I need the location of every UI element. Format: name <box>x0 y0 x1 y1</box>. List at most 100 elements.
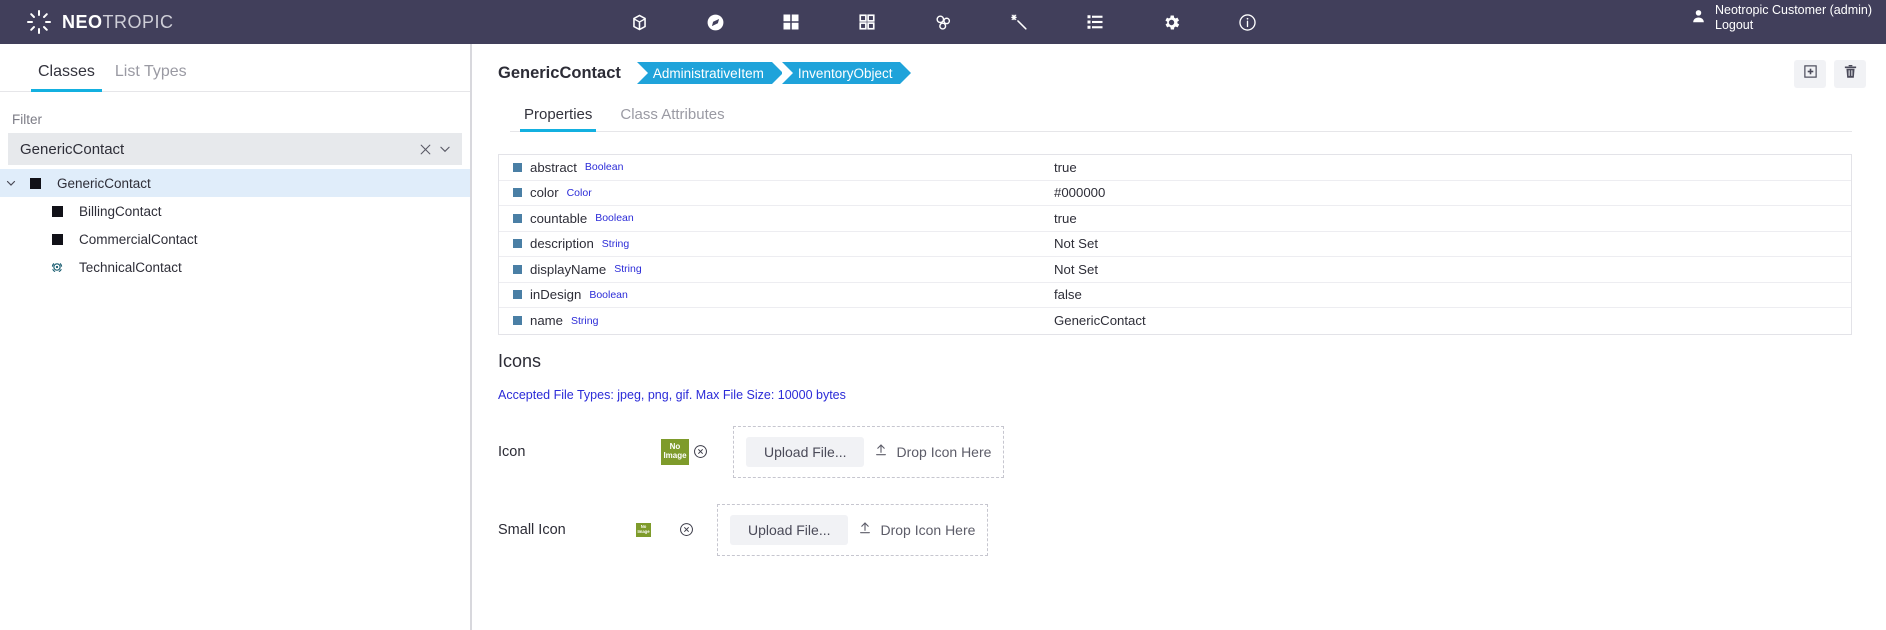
filter-input[interactable]: GenericContact <box>20 141 413 158</box>
black-square-icon <box>22 177 48 189</box>
breadcrumb: GenericContact AdministrativeItem Invent… <box>498 62 1852 84</box>
sunburst-spinner-icon <box>26 9 52 35</box>
upload-arrow-icon <box>874 443 888 460</box>
user-name: Neotropic Customer (admin) <box>1715 3 1872 17</box>
trash-icon <box>1843 64 1858 84</box>
brand-name: NEOTROPIC <box>62 12 174 33</box>
property-value: GenericContact <box>1054 313 1146 329</box>
tree-item-technicalcontact[interactable]: TechnicalContact <box>0 253 470 281</box>
drop-hint-label: Drop Icon Here <box>896 443 992 460</box>
grid-filled-icon[interactable] <box>778 9 804 35</box>
upload-file-button[interactable]: Upload File... <box>730 514 849 545</box>
table-row[interactable]: name String GenericContact <box>499 308 1851 334</box>
small-icon-uploader: Small Icon No Image Upload File... Drop … <box>498 503 1852 556</box>
properties-table: abstract Boolean true color Color #00000… <box>498 154 1852 335</box>
tree-item-label: TechnicalContact <box>79 259 182 275</box>
logout-link[interactable]: Logout <box>1715 18 1872 33</box>
table-row[interactable]: displayName String Not Set <box>499 257 1851 283</box>
top-header-bar: NEOTROPIC Neotropic Customer (admin) Log… <box>0 0 1886 44</box>
table-row[interactable]: countable Boolean true <box>499 206 1851 232</box>
clear-circle-icon[interactable] <box>675 519 697 541</box>
compass-icon[interactable] <box>702 9 728 35</box>
tab-properties[interactable]: Properties <box>510 106 606 132</box>
icon-dropzone[interactable]: Upload File... Drop Icon Here <box>733 425 1005 478</box>
filter-label: Filter <box>12 112 42 127</box>
delete-button[interactable] <box>1834 60 1866 88</box>
clear-circle-icon[interactable] <box>689 441 711 463</box>
tree-item-commercialcontact[interactable]: CommercialContact <box>0 225 470 253</box>
filter-input-container[interactable]: GenericContact <box>8 133 462 165</box>
chevron-down-icon[interactable] <box>438 142 452 156</box>
property-name-cell: abstract Boolean <box>499 160 1054 175</box>
property-name-cell: description String <box>499 236 1054 251</box>
page-body: Classes List Types Filter GenericContact… <box>0 44 1886 630</box>
small-icon-uploader-label: Small Icon <box>498 521 566 538</box>
property-name: color <box>530 185 559 201</box>
tab-list-types[interactable]: List Types <box>105 63 197 91</box>
page-title: GenericContact <box>498 63 621 82</box>
class-tree: GenericContact BillingContact Commercial… <box>0 169 470 281</box>
breadcrumb-pill-administrativeitem[interactable]: AdministrativeItem <box>636 62 783 84</box>
property-value: #000000 <box>1054 185 1106 201</box>
property-bullet-icon <box>513 239 522 249</box>
property-value: Not Set <box>1054 236 1098 252</box>
table-row[interactable]: color Color #000000 <box>499 181 1851 206</box>
property-name: abstract <box>530 159 577 175</box>
small-icon-preview-thumbnail: No Image <box>636 522 651 537</box>
info-icon[interactable] <box>1234 9 1260 35</box>
drop-hint: Drop Icon Here <box>874 443 991 460</box>
add-button[interactable] <box>1794 60 1826 88</box>
breadcrumb-pill-inventoryobject[interactable]: InventoryObject <box>781 62 911 84</box>
table-row[interactable]: inDesign Boolean false <box>499 283 1851 308</box>
icon-uploader-label: Icon <box>498 443 526 460</box>
main-panel: GenericContact AdministrativeItem Invent… <box>472 44 1886 630</box>
small-icon-dropzone[interactable]: Upload File... Drop Icon Here <box>717 503 989 556</box>
property-name-cell: countable Boolean <box>499 211 1054 226</box>
cube-icon[interactable] <box>626 9 652 35</box>
property-name-cell: inDesign Boolean <box>499 287 1054 302</box>
drop-hint-label: Drop Icon Here <box>880 521 976 538</box>
property-type: Boolean <box>595 212 634 225</box>
gear-icon[interactable] <box>1158 9 1184 35</box>
property-type: Boolean <box>584 161 624 174</box>
property-bullet-icon <box>513 290 522 300</box>
molecule-icon[interactable] <box>930 9 956 35</box>
property-name-cell: displayName String <box>499 262 1054 277</box>
icon-preview-thumbnail: No Image <box>661 438 689 465</box>
magic-wand-icon[interactable] <box>1006 9 1032 35</box>
property-name: inDesign <box>530 287 582 303</box>
brand-logo[interactable]: NEOTROPIC <box>0 9 174 35</box>
property-type: String <box>614 263 642 276</box>
property-name: countable <box>530 210 588 226</box>
tree-item-billingcontact[interactable]: BillingContact <box>0 197 470 225</box>
list-table-icon[interactable] <box>1082 9 1108 35</box>
table-row[interactable]: description String Not Set <box>499 232 1851 257</box>
property-name-cell: color Color <box>499 185 1054 200</box>
property-name: description <box>530 236 594 252</box>
tab-class-attributes[interactable]: Class Attributes <box>606 106 738 131</box>
tab-classes[interactable]: Classes <box>28 63 105 92</box>
tree-item-label: CommercialContact <box>79 231 198 247</box>
close-icon[interactable] <box>419 143 432 156</box>
user-info: Neotropic Customer (admin) Logout <box>1715 3 1872 34</box>
property-type: Boolean <box>589 288 628 301</box>
table-row[interactable]: abstract Boolean true <box>499 155 1851 181</box>
tree-item-genericcontact[interactable]: GenericContact <box>0 169 470 197</box>
upload-file-button[interactable]: Upload File... <box>746 436 865 467</box>
upload-arrow-icon <box>858 521 872 538</box>
drop-hint: Drop Icon Here <box>858 521 975 538</box>
sidebar-tabs: Classes List Types <box>0 44 470 92</box>
property-bullet-icon <box>513 264 522 274</box>
property-name: displayName <box>530 261 607 277</box>
property-bullet-icon <box>513 213 522 223</box>
property-bullet-icon <box>513 188 522 198</box>
accepted-file-types-text: Accepted File Types: jpeg, png, gif. Max… <box>498 387 846 402</box>
chevron-down-icon[interactable] <box>0 177 22 189</box>
add-square-icon <box>1803 64 1818 84</box>
main-tabs: Properties Class Attributes <box>510 98 1852 132</box>
headset-node-icon <box>44 260 70 274</box>
grid-outline-icon[interactable] <box>854 9 880 35</box>
brand-name-light: TROPIC <box>102 11 174 32</box>
tree-item-label: GenericContact <box>57 175 151 191</box>
user-menu[interactable]: Neotropic Customer (admin) Logout <box>1691 3 1872 34</box>
